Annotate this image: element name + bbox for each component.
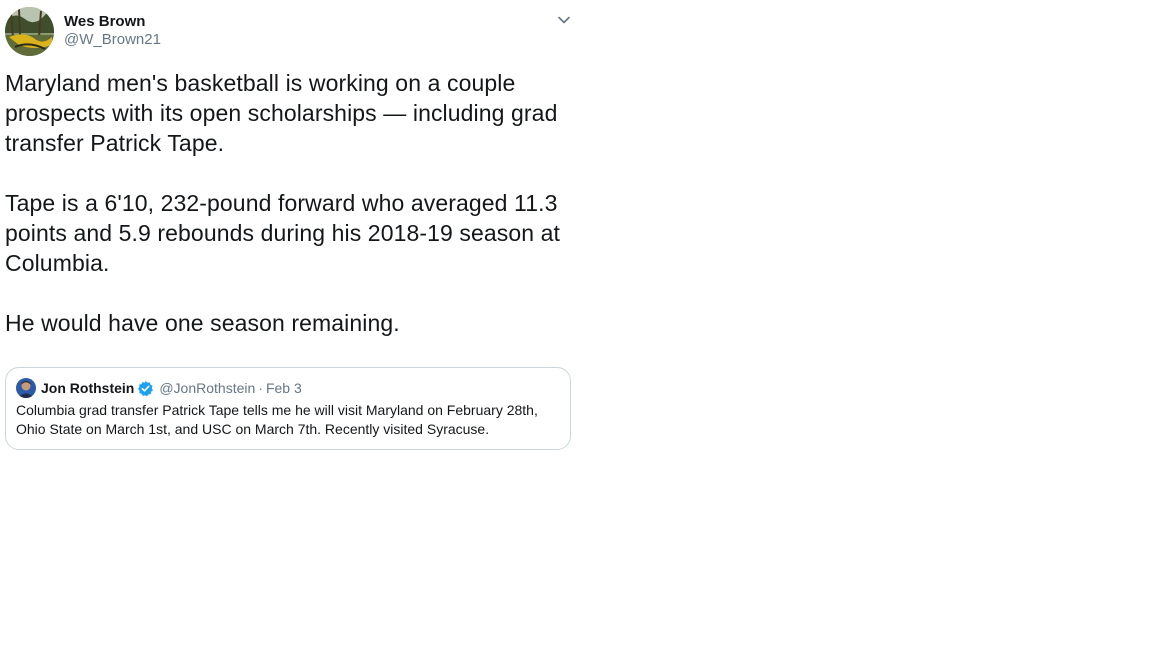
chevron-down-icon[interactable] [557,13,571,27]
meta-separator: · [258,380,263,396]
avatar-image [5,7,54,56]
author-names: Wes Brown @W_Brown21 [64,13,161,49]
tweet-header: Wes Brown @W_Brown21 [5,7,573,57]
author-handle[interactable]: @W_Brown21 [64,31,161,49]
quoted-tweet-card[interactable]: Jon Rothstein @JonRothstein · Feb 3 Colu… [5,367,571,450]
author-display-name[interactable]: Wes Brown [64,13,161,30]
tweet: Wes Brown @W_Brown21 Maryland men's bask… [5,7,573,450]
quoted-author-display-name: Jon Rothstein [41,380,135,396]
quoted-author-handle: @JonRothstein [159,380,256,396]
quoted-tweet-text: Columbia grad transfer Patrick Tape tell… [16,402,538,437]
verified-badge-icon [137,380,154,397]
quoted-avatar [16,378,36,398]
quoted-tweet-date[interactable]: Feb 3 [266,380,302,396]
tweet-text: Maryland men's basketball is working on … [5,70,561,336]
avatar[interactable] [5,7,54,56]
quoted-tweet-header: Jon Rothstein @JonRothstein · Feb 3 [16,377,560,399]
